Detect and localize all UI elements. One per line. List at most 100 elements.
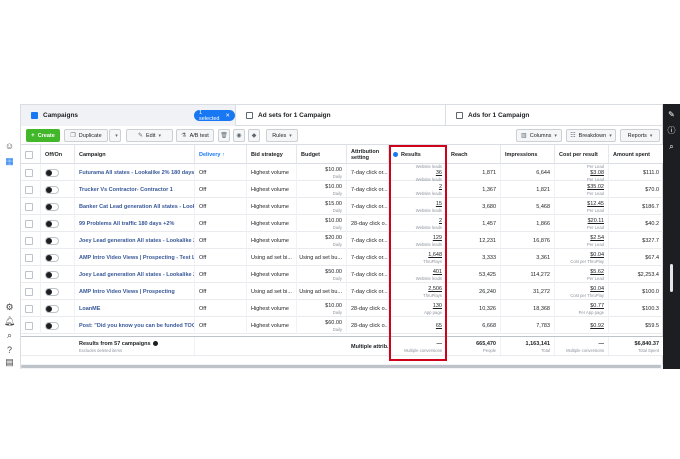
col-delivery[interactable]: Delivery ↑ <box>195 145 247 164</box>
campaign-name-link[interactable]: Trucker Vs Contractor- Contractor 1 <box>79 187 190 193</box>
col-attribution[interactable]: Attribution setting <box>347 145 389 164</box>
results-value[interactable]: 15 <box>436 201 442 207</box>
results-value[interactable]: 129 <box>433 235 442 241</box>
report-icon[interactable]: ▤ <box>4 357 15 368</box>
col-onoff[interactable]: Off/On <box>41 145 75 164</box>
results-value[interactable]: 1,648 <box>428 252 442 258</box>
delete-button[interactable]: 🗑︎ <box>218 129 230 142</box>
results-value[interactable]: 2 <box>439 184 442 190</box>
row-checkbox[interactable] <box>25 321 33 330</box>
create-button[interactable]: + Create <box>26 129 60 142</box>
rules-button[interactable]: Rules ▾ <box>266 129 298 142</box>
cost-per-result-value[interactable]: $0.92 <box>590 323 604 329</box>
cost-per-result-value[interactable]: $0.04 <box>590 286 604 292</box>
row-checkbox[interactable] <box>25 304 33 313</box>
cost-per-result-value[interactable]: $0.77 <box>590 303 604 309</box>
col-budget[interactable]: Budget <box>297 145 347 164</box>
campaign-name-link[interactable]: Futurama All states - Lookalike 2% 180 d… <box>79 170 194 176</box>
campaign-toggle[interactable] <box>45 168 59 177</box>
row-checkbox[interactable] <box>25 168 33 177</box>
preview-button[interactable]: ◉ <box>233 129 245 142</box>
select-all-checkbox[interactable] <box>25 150 33 159</box>
edit-icon[interactable]: ✎ <box>667 110 676 119</box>
info-icon[interactable]: ⓘ <box>667 126 676 135</box>
row-checkbox[interactable] <box>25 253 33 262</box>
col-impressions[interactable]: Impressions <box>501 145 555 164</box>
columns-button[interactable]: ▥ Columns ▾ <box>516 129 562 142</box>
campaign-name-link[interactable]: LoanME <box>79 306 190 312</box>
campaign-toggle[interactable] <box>45 236 59 245</box>
col-results[interactable]: Results <box>389 145 447 164</box>
campaign-toggle[interactable] <box>45 219 59 228</box>
selected-count-pill[interactable]: 1 selected ✕ <box>194 110 235 122</box>
tab-ads[interactable]: Ads for 1 Campaign <box>445 105 664 126</box>
table-row[interactable]: Post: "Did you know you can be funded TO… <box>21 317 664 334</box>
tab-campaigns[interactable]: Campaigns 1 selected ✕ <box>21 105 235 126</box>
col-amount-spent[interactable]: Amount spent <box>609 145 664 164</box>
cost-per-result-value[interactable]: $35.02 <box>587 184 604 190</box>
results-value[interactable]: 401 <box>433 269 442 275</box>
bell-icon[interactable]: 🔔︎ <box>4 316 15 327</box>
campaign-toggle[interactable] <box>45 287 59 296</box>
results-value[interactable]: 65 <box>436 323 442 329</box>
smiley-icon[interactable]: ☺ <box>4 140 15 151</box>
cost-per-result-value[interactable]: $12.45 <box>587 201 604 207</box>
campaign-name-link[interactable]: AMP Intro Video Views | Prospecting <box>79 289 190 295</box>
vertical-scrollbar[interactable] <box>670 264 673 292</box>
cost-per-result-value[interactable]: $5.62 <box>590 269 604 275</box>
campaign-toggle[interactable] <box>45 304 59 313</box>
results-value[interactable]: 2,506 <box>428 286 442 292</box>
duplicate-dropdown-button[interactable]: ▾ <box>109 129 121 142</box>
cost-per-result-value[interactable]: $0.04 <box>590 252 604 258</box>
table-row[interactable]: Trucker Vs Contractor- Contractor 1 Off Hi… <box>21 181 664 198</box>
cost-per-result-value[interactable]: $2.54 <box>590 235 604 241</box>
col-cost-per-result[interactable]: Cost per result <box>555 145 609 164</box>
row-checkbox[interactable] <box>25 185 33 194</box>
row-checkbox[interactable] <box>25 219 33 228</box>
col-bid-strategy[interactable]: Bid strategy <box>247 145 297 164</box>
campaign-toggle[interactable] <box>45 253 59 262</box>
table-row[interactable]: 99 Problems All traffic 180 days +2% Off H… <box>21 215 664 232</box>
results-value[interactable]: 36 <box>436 170 442 176</box>
results-value[interactable]: 2 <box>439 218 442 224</box>
results-value[interactable]: 130 <box>433 303 442 309</box>
col-campaign[interactable]: Campaign <box>75 145 195 164</box>
search-icon[interactable]: ⌕ <box>4 330 15 341</box>
campaign-toggle[interactable] <box>45 321 59 330</box>
cost-per-result-value[interactable]: $3.08 <box>590 170 604 176</box>
row-checkbox[interactable] <box>25 236 33 245</box>
campaign-name-link[interactable]: 99 Problems All traffic 180 days +2% <box>79 221 190 227</box>
campaign-toggle[interactable] <box>45 202 59 211</box>
campaign-name-link[interactable]: Post: "Did you know you can be funded TO… <box>79 323 194 329</box>
table-row[interactable]: Futurama All states - Lookalike 2% 180 d… <box>21 164 664 181</box>
settings-icon[interactable]: ⚙ <box>4 302 15 313</box>
table-row[interactable]: Joey Lead generation All states - Lookal… <box>21 266 664 283</box>
reports-button[interactable]: Reports ▾ <box>620 129 660 142</box>
tag-button[interactable]: ◆ <box>248 129 260 142</box>
table-row[interactable]: Banker Cat Lead generation All states - … <box>21 198 664 215</box>
table-row[interactable]: AMP Intro Video Views | Prospecting - Te… <box>21 249 664 266</box>
scrollbar-thumb[interactable] <box>21 365 661 368</box>
grid-icon[interactable]: ▦ <box>4 156 15 167</box>
duplicate-button[interactable]: ❐ Duplicate <box>64 129 108 142</box>
table-row[interactable]: LoanME Off Highest volume $10.00 Daily 28-day… <box>21 300 664 317</box>
edit-button[interactable]: ✎ Edit ▾ <box>126 129 173 142</box>
breakdown-button[interactable]: ☷ Breakdown ▾ <box>566 129 616 142</box>
row-checkbox[interactable] <box>25 287 33 296</box>
campaign-name-link[interactable]: Joey Lead generation All states - Lookal… <box>79 238 194 244</box>
search-icon[interactable]: ⌕ <box>667 142 676 151</box>
help-icon[interactable]: ? <box>4 344 15 355</box>
col-reach[interactable]: Reach <box>447 145 501 164</box>
campaign-toggle[interactable] <box>45 185 59 194</box>
ab-test-button[interactable]: ⚗ A/B test <box>176 129 214 142</box>
tab-adsets[interactable]: Ad sets for 1 Campaign <box>235 105 445 126</box>
row-checkbox[interactable] <box>25 270 33 279</box>
campaign-name-link[interactable]: Joey Lead generation All states - Lookal… <box>79 272 194 278</box>
campaign-name-link[interactable]: Banker Cat Lead generation All states - … <box>79 204 194 210</box>
campaign-name-link[interactable]: AMP Intro Video Views | Prospecting - Te… <box>79 255 194 261</box>
row-checkbox[interactable] <box>25 202 33 211</box>
table-row[interactable]: AMP Intro Video Views | Prospecting Off Us… <box>21 283 664 300</box>
table-row[interactable]: Joey Lead generation All states - Lookal… <box>21 232 664 249</box>
horizontal-scrollbar[interactable] <box>21 364 664 369</box>
campaign-toggle[interactable] <box>45 270 59 279</box>
